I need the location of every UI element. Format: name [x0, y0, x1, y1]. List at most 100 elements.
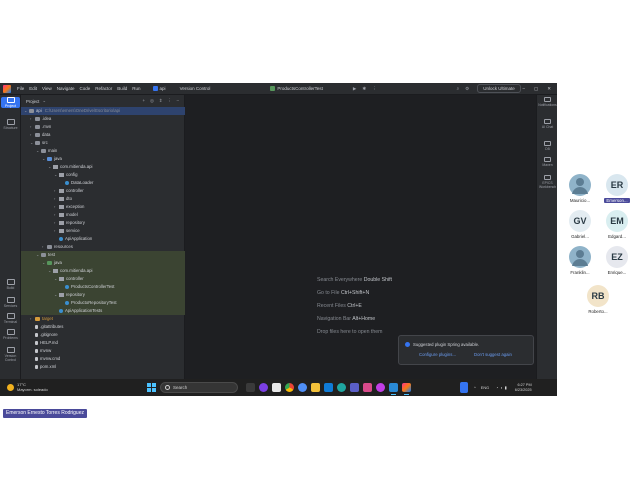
participant-tile[interactable]: EM Edgard... — [604, 210, 630, 239]
tool-epics-workbench[interactable]: EPICS Workbench — [538, 175, 557, 189]
tree-item[interactable]: ⌄ com.mitienda.api — [21, 267, 185, 275]
tree-item[interactable]: › resources — [21, 243, 185, 251]
participant-tile[interactable]: EZ Enrique... — [604, 246, 630, 275]
add-icon[interactable]: + — [142, 98, 145, 104]
tree-item[interactable]: ⌄ com.mitienda.api — [21, 163, 185, 171]
menu-item[interactable]: Navigate — [57, 86, 75, 91]
locate-icon[interactable]: ◎ — [150, 98, 154, 104]
windows-start-icon[interactable] — [147, 383, 156, 392]
participant-tile[interactable]: GV Gabriel... — [567, 210, 593, 239]
chevron-down-icon[interactable]: ⌄ — [42, 98, 46, 104]
options-icon[interactable]: ⋮ — [167, 98, 171, 104]
tree-item[interactable]: › data — [21, 131, 185, 139]
clock[interactable]: 6:27 PM 6/23/2025 — [515, 383, 532, 393]
tree-item[interactable]: ⌄ test — [21, 251, 185, 259]
tree-item[interactable]: DataLoader — [21, 179, 185, 187]
more-icon[interactable]: ⋮ — [372, 86, 377, 92]
run-config-selector[interactable]: ProductsControllerTest — [270, 86, 323, 91]
teams-icon[interactable] — [350, 383, 359, 392]
app-icon[interactable] — [259, 383, 268, 392]
tree-item[interactable]: ⌄ src — [21, 139, 185, 147]
tree-item[interactable]: ⌄ java — [21, 259, 185, 267]
tree-item[interactable]: ⌄ api C:\Users\emers\OneDrive\Escritorio\a… — [21, 107, 185, 115]
tool-problems[interactable]: Problems — [1, 329, 20, 340]
tool-db[interactable]: DB — [538, 141, 557, 151]
weather-widget[interactable]: 17°C Mayorm. soleado — [7, 382, 48, 392]
file-explorer-icon[interactable] — [311, 383, 320, 392]
project-selector[interactable]: api — [152, 86, 166, 91]
tool-version-control[interactable]: Version Control — [1, 347, 20, 362]
wifi-volume-battery-icons[interactable]: ◔◖▮ — [496, 385, 509, 390]
project-panel-title[interactable]: Project — [26, 99, 39, 104]
tree-item[interactable]: › dto — [21, 195, 185, 203]
participant-tile[interactable]: Mauricio... — [567, 174, 593, 203]
tree-item[interactable]: ApiApplication — [21, 235, 185, 243]
menu-item[interactable]: File — [17, 86, 24, 91]
tree-item[interactable]: ⌄ repository — [21, 291, 185, 299]
menu-item[interactable]: Build — [117, 86, 127, 91]
menu-item[interactable]: Refactor — [95, 86, 112, 91]
tray-chevron-icon[interactable]: ^ — [474, 386, 476, 390]
tool-structure[interactable]: Structure — [1, 119, 20, 130]
menu-item[interactable]: View — [42, 86, 52, 91]
app-icon[interactable] — [376, 383, 385, 392]
chrome-icon[interactable] — [285, 383, 294, 392]
mail-icon[interactable] — [324, 383, 333, 392]
settings-icon[interactable]: ⚙ — [465, 86, 469, 92]
tree-item[interactable]: ⌄ controller — [21, 275, 185, 283]
tree-item[interactable]: › service — [21, 227, 185, 235]
minimize-icon[interactable]: – — [522, 86, 525, 92]
tool-project[interactable]: Project — [1, 97, 20, 108]
tree-item[interactable]: mvnw — [21, 347, 185, 355]
microphone-icon[interactable] — [460, 382, 468, 393]
participant-tile[interactable]: RB Roberto... — [585, 285, 611, 314]
menu-item[interactable]: Code — [79, 86, 90, 91]
search-icon[interactable]: ⌕ — [457, 86, 460, 92]
intellij-logo-icon[interactable] — [3, 84, 11, 93]
intellij-icon[interactable] — [402, 383, 411, 395]
tool-terminal[interactable]: Terminal — [1, 313, 20, 324]
tree-item[interactable]: › .idea — [21, 115, 185, 123]
tree-item[interactable]: ⌄ java — [21, 155, 185, 163]
tree-item[interactable]: › repository — [21, 219, 185, 227]
tool-ai-chat[interactable]: AI Chat — [538, 119, 557, 129]
tool-services[interactable]: Services — [1, 297, 20, 308]
hide-icon[interactable]: – — [177, 98, 179, 104]
tree-item[interactable]: pom.xml — [21, 363, 185, 371]
tree-item[interactable]: › model — [21, 211, 185, 219]
tree-item[interactable]: ProductoRepositoryTest — [21, 299, 185, 307]
tool-maven[interactable]: Maven — [538, 157, 557, 167]
maximize-icon[interactable]: ▢ — [534, 86, 538, 92]
app-icon[interactable] — [298, 383, 307, 392]
participant-tile[interactable]: Franklin... — [567, 246, 593, 275]
tool-notifications[interactable]: Notifications — [538, 97, 557, 107]
tree-item[interactable]: .gitattributes — [21, 323, 185, 331]
tree-item[interactable]: HELP.md — [21, 339, 185, 347]
participant-tile[interactable]: ER Emerson... — [604, 174, 630, 203]
version-control-selector[interactable]: Version Control — [180, 86, 211, 91]
expand-icon[interactable]: ⇕ — [159, 98, 163, 104]
notepad-icon[interactable] — [272, 383, 281, 392]
configure-plugins-link[interactable]: Configure plugins... — [419, 352, 456, 357]
tree-item[interactable]: .gitignore — [21, 331, 185, 339]
tree-item[interactable]: ProductsControllerTest — [21, 283, 185, 291]
task-view-icon[interactable] — [246, 383, 255, 392]
tree-item[interactable]: ⌄ config — [21, 171, 185, 179]
language-indicator[interactable]: ENG — [481, 386, 489, 390]
tree-item[interactable]: › target — [21, 315, 185, 323]
close-icon[interactable]: ✕ — [547, 86, 551, 92]
app-icon[interactable] — [363, 383, 372, 392]
tree-item[interactable]: ⌄ main — [21, 147, 185, 155]
menu-item[interactable]: Edit — [29, 86, 37, 91]
tree-item[interactable]: › .mvn — [21, 123, 185, 131]
tree-item[interactable]: ApiApplicationTests — [21, 307, 185, 315]
dont-suggest-link[interactable]: Don't suggest again — [474, 352, 512, 357]
unlock-ultimate-button[interactable]: Unlock Ultimate — [477, 84, 521, 93]
debug-icon[interactable]: ✱ — [362, 86, 366, 92]
menu-item[interactable]: Run — [132, 86, 140, 91]
tree-item[interactable]: › exception — [21, 203, 185, 211]
taskbar-search[interactable]: Search — [160, 382, 238, 393]
tool-build[interactable]: Build — [1, 279, 20, 290]
vscode-icon[interactable] — [389, 383, 398, 395]
tree-item[interactable]: › controller — [21, 187, 185, 195]
